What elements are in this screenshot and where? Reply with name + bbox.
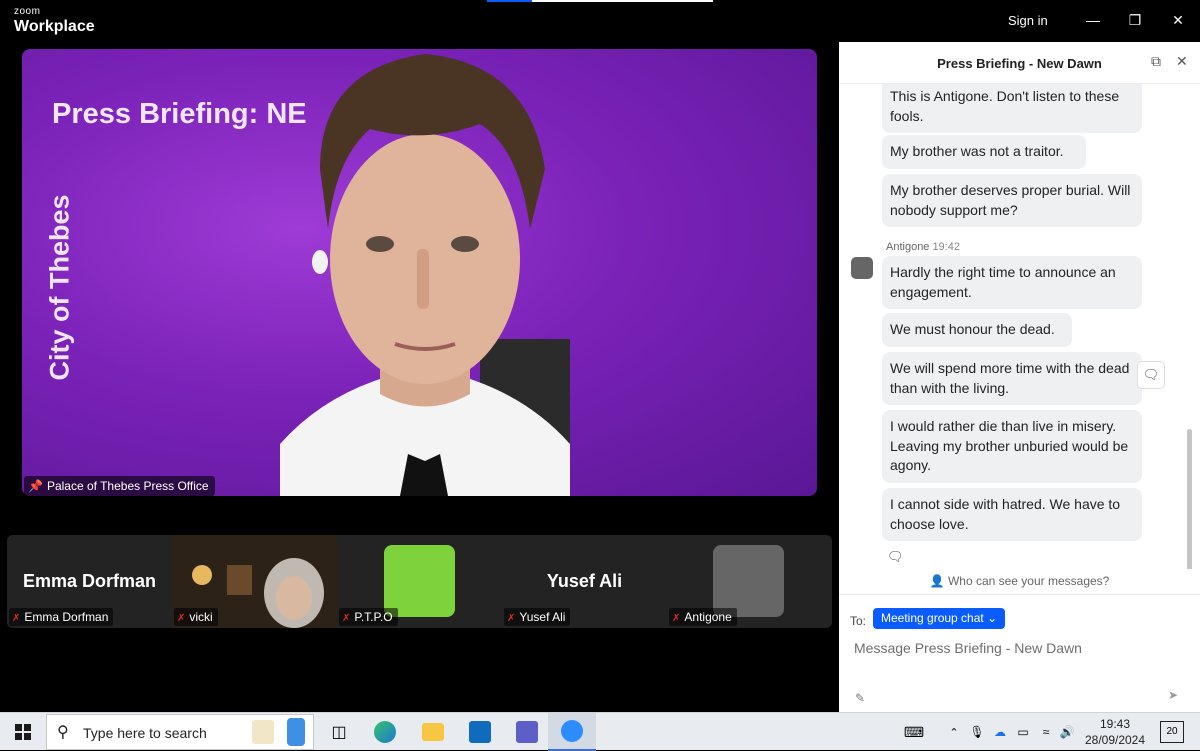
participant-strip: Emma Dorfman ✗ Emma Dorfman ✗ vicki ✗ P.T.P… <box>7 535 832 628</box>
file-explorer-icon[interactable] <box>418 713 448 751</box>
person-icon: 👤 <box>929 574 945 588</box>
participant-name: Antigone <box>684 610 732 624</box>
edge-browser-icon[interactable] <box>370 713 400 751</box>
participant-name: vicki <box>189 610 213 624</box>
sender-name: Antigone <box>886 241 930 253</box>
clock-time: 19:43 <box>1099 717 1131 731</box>
chat-message[interactable]: My brother deserves proper burial. Will … <box>882 174 1142 227</box>
search-highlight-icon <box>252 720 274 744</box>
minimize-icon[interactable]: — <box>1081 8 1105 32</box>
chat-header: Press Briefing - New Dawn ⧉ ✕ <box>839 42 1200 84</box>
zoom-logo: zoom Workplace <box>14 7 95 35</box>
to-label: To: <box>850 614 867 628</box>
muted-mic-icon: ✗ <box>342 613 351 624</box>
onedrive-icon[interactable]: ☁ <box>991 713 1009 751</box>
chevron-up-icon[interactable]: ⌃ <box>945 713 963 751</box>
thread-reply-icon[interactable]: 🗨 <box>887 549 904 565</box>
reply-icon[interactable]: 🗨 <box>1137 361 1165 389</box>
participant-display-name: Yusef Ali <box>546 571 623 591</box>
chat-message[interactable]: I would rather die than live in misery. … <box>882 410 1142 483</box>
chat-message[interactable]: I cannot side with hatred. We have to ch… <box>882 488 1142 541</box>
participant-nameplate: ✗ P.T.P.O <box>339 608 398 626</box>
pin-icon: 📌 <box>28 479 43 493</box>
search-icon: ⚲ <box>57 724 69 741</box>
screen-share-indicator <box>487 0 713 2</box>
muted-mic-icon: ✗ <box>12 613 21 624</box>
chat-messages: This is Antigone. Don't listen to these … <box>839 84 1200 569</box>
windows-start-icon[interactable] <box>8 713 38 751</box>
background-title: Press Briefing: NE <box>52 98 307 130</box>
participant-name: Yusef Ali <box>519 610 566 624</box>
chevron-down-icon: ⌄ <box>987 611 998 625</box>
chat-message[interactable]: Hardly the right time to announce an eng… <box>882 256 1142 309</box>
chat-panel: Press Briefing - New Dawn ⧉ ✕ This is An… <box>839 42 1200 712</box>
chat-title: Press Briefing - New Dawn <box>937 56 1102 71</box>
message-sender: Antigone 19:42 <box>886 241 960 253</box>
chat-message[interactable]: This is Antigone. Don't listen to these … <box>882 84 1142 133</box>
participant-display-name: Emma Dorfman <box>22 571 157 591</box>
brand-line1: zoom <box>14 6 41 17</box>
background-vertical-text: City of Thebes <box>44 194 75 381</box>
title-bar: zoom Workplace Sign in — ❐ ✕ <box>0 0 1200 42</box>
keyboard-icon[interactable]: ⌨ <box>900 713 928 751</box>
close-chat-icon[interactable]: ✕ <box>1176 53 1188 70</box>
active-speaker-video[interactable]: Press Briefing: NE City of Thebes 📌 Palac… <box>22 49 817 496</box>
participant-tile-antigone[interactable]: ✗ Antigone <box>667 535 832 628</box>
participant-nameplate: ✗ Emma Dorfman <box>9 608 114 626</box>
participant-tile-yusef[interactable]: Yusef Ali ✗ Yusef Ali <box>502 535 667 628</box>
chat-scrollbar[interactable] <box>1187 429 1192 569</box>
water-bottle-icon <box>287 718 305 746</box>
clock-date: 28/09/2024 <box>1084 733 1146 747</box>
teams-icon[interactable] <box>512 713 542 751</box>
zoom-taskbar-icon[interactable] <box>548 713 596 751</box>
brand-line2: Workplace <box>14 18 95 35</box>
taskbar-clock[interactable]: 19:43 28/09/2024 <box>1080 716 1150 748</box>
wifi-icon[interactable]: ≈ <box>1037 713 1055 751</box>
restore-icon[interactable]: ❐ <box>1123 8 1147 32</box>
taskbar-search[interactable]: ⚲ Type here to search <box>46 714 314 750</box>
pop-out-icon[interactable]: ⧉ <box>1151 53 1161 70</box>
task-view-icon[interactable]: ◫ <box>324 713 354 751</box>
participant-tile-vicki[interactable]: ✗ vicki <box>172 535 337 628</box>
speaker-name-label: 📌 Palace of Thebes Press Office <box>24 476 215 496</box>
chat-message[interactable]: My brother was not a traitor. <box>882 135 1086 169</box>
volume-icon[interactable]: 🔊 <box>1058 713 1076 751</box>
zoom-app-window: zoom Workplace Sign in — ❐ ✕ Press Brief… <box>0 0 1200 712</box>
muted-mic-icon: ✗ <box>507 613 516 624</box>
participant-name: P.T.P.O <box>354 610 393 624</box>
outlook-icon[interactable] <box>465 713 495 751</box>
who-can-see-text: Who can see your messages? <box>947 574 1110 588</box>
chat-composer: To: Meeting group chat ⌄ ✎ ➤ <box>839 594 1200 712</box>
message-time: 19:42 <box>932 241 960 253</box>
participant-nameplate: ✗ vicki <box>174 608 218 626</box>
microphone-icon[interactable]: 🎙 <box>968 713 986 751</box>
speaker-name: Palace of Thebes Press Office <box>46 479 209 493</box>
search-placeholder: Type here to search <box>83 725 207 741</box>
participant-avatar <box>384 545 455 617</box>
windows-taskbar: ⚲ Type here to search ◫ ⌨ ⌃ 🎙 ☁ ▭ ≈ 🔊 19… <box>0 712 1200 751</box>
sign-in-button[interactable]: Sign in <box>1008 13 1048 28</box>
chat-message[interactable]: We must honour the dead. <box>882 313 1072 347</box>
who-can-see-link[interactable]: 👤 Who can see your messages? <box>839 574 1200 588</box>
close-icon[interactable]: ✕ <box>1166 8 1190 32</box>
battery-icon[interactable]: ▭ <box>1014 713 1032 751</box>
participant-name: Emma Dorfman <box>24 610 109 624</box>
format-text-icon[interactable]: ✎ <box>855 691 865 705</box>
participant-avatar <box>713 545 784 617</box>
recipient-value: Meeting group chat <box>881 611 984 625</box>
participant-nameplate: ✗ Yusef Ali <box>504 608 571 626</box>
send-icon[interactable]: ➤ <box>1168 688 1178 702</box>
sender-avatar <box>851 257 873 279</box>
recipient-dropdown[interactable]: Meeting group chat ⌄ <box>873 608 1006 629</box>
speaker-video-figure <box>280 54 570 496</box>
muted-mic-icon: ✗ <box>177 613 186 624</box>
message-input[interactable] <box>854 637 1184 659</box>
participant-nameplate: ✗ Antigone <box>669 608 737 626</box>
notification-center-icon[interactable]: 20 <box>1160 721 1184 743</box>
participant-tile-ptpo[interactable]: ✗ P.T.P.O <box>337 535 502 628</box>
participant-tile-emma[interactable]: Emma Dorfman ✗ Emma Dorfman <box>7 535 172 628</box>
chat-message[interactable]: We will spend more time with the dead th… <box>882 352 1142 405</box>
muted-mic-icon: ✗ <box>672 613 681 624</box>
